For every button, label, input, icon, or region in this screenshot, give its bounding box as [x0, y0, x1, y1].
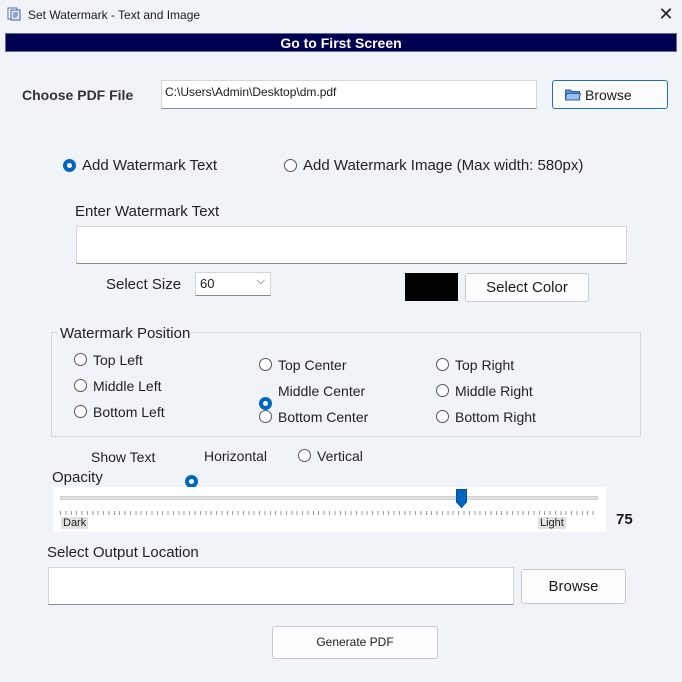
position-bottom-center-radio[interactable]: [259, 410, 272, 423]
position-top-center-radio[interactable]: [259, 358, 272, 371]
position-bottom-right-radio[interactable]: [436, 410, 449, 423]
position-middle-right-radio[interactable]: [436, 384, 449, 397]
watermark-image-radio[interactable]: [284, 159, 297, 172]
position-bottom-left-radio[interactable]: [74, 405, 87, 418]
go-to-first-screen-button[interactable]: Go to First Screen: [5, 33, 677, 52]
choose-pdf-label: Choose PDF File: [22, 87, 134, 103]
window-title: Set Watermark - Text and Image: [28, 8, 201, 22]
orientation-vertical-radio[interactable]: [298, 449, 311, 462]
position-bottom-center-label[interactable]: Bottom Center: [278, 409, 368, 425]
output-location-input[interactable]: [48, 567, 514, 605]
position-top-center-label[interactable]: Top Center: [278, 357, 346, 373]
app-icon: [7, 7, 21, 21]
browse-output-button[interactable]: Browse: [521, 569, 626, 604]
opacity-light-label: Light: [538, 517, 566, 529]
position-bottom-right-label[interactable]: Bottom Right: [455, 409, 536, 425]
browse-pdf-label: Browse: [585, 87, 632, 103]
select-size-label: Select Size: [106, 276, 182, 293]
position-middle-left-radio[interactable]: [74, 379, 87, 392]
output-location-label: Select Output Location: [47, 544, 199, 561]
position-middle-left-label[interactable]: Middle Left: [93, 378, 161, 394]
opacity-value: 75: [616, 511, 633, 528]
position-top-left-label[interactable]: Top Left: [93, 352, 143, 368]
folder-icon: [565, 89, 581, 101]
opacity-thumb[interactable]: [456, 489, 467, 508]
show-text-label: Show Text: [91, 449, 156, 465]
size-select[interactable]: 60 ⌵: [195, 272, 271, 296]
position-top-right-radio[interactable]: [436, 358, 449, 371]
generate-pdf-button[interactable]: Generate PDF: [272, 626, 438, 659]
select-color-button[interactable]: Select Color: [465, 273, 589, 302]
size-select-value: 60: [200, 276, 215, 291]
browse-pdf-button[interactable]: Browse: [552, 80, 668, 109]
position-bottom-left-label[interactable]: Bottom Left: [93, 404, 165, 420]
opacity-slider[interactable]: [53, 487, 606, 532]
watermark-text-label: Enter Watermark Text: [75, 203, 220, 220]
position-top-right-label[interactable]: Top Right: [455, 357, 514, 373]
chevron-down-icon: ⌵: [256, 275, 265, 287]
position-middle-center-radio[interactable]: [259, 397, 272, 410]
watermark-text-radio[interactable]: [63, 159, 76, 172]
position-middle-right-label[interactable]: Middle Right: [455, 383, 533, 399]
pdf-path-field[interactable]: C:\Users\Admin\Desktop\dm.pdf: [161, 80, 537, 109]
opacity-dark-label: Dark: [61, 517, 89, 529]
position-top-left-radio[interactable]: [74, 353, 87, 366]
watermark-image-radio-label[interactable]: Add Watermark Image (Max width: 580px): [303, 157, 583, 174]
opacity-ticks: [60, 511, 598, 515]
color-swatch: [405, 273, 458, 301]
close-icon[interactable]: ✕: [656, 4, 676, 24]
orientation-horizontal-label[interactable]: Horizontal: [204, 448, 267, 464]
watermark-text-input[interactable]: [76, 226, 627, 264]
watermark-text-radio-label[interactable]: Add Watermark Text: [82, 157, 217, 174]
opacity-track[interactable]: [60, 496, 598, 500]
opacity-label: Opacity: [52, 469, 103, 486]
watermark-position-title: Watermark Position: [57, 325, 194, 342]
position-middle-center-label[interactable]: Middle Center: [278, 383, 365, 399]
orientation-vertical-label[interactable]: Vertical: [317, 448, 363, 464]
